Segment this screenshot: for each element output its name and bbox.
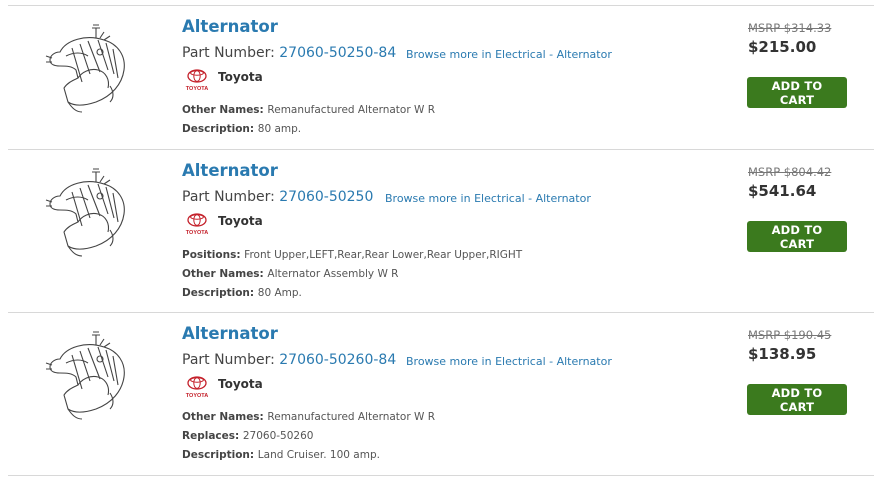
other-names: Other Names: Remanufactured Alternator W… — [182, 411, 435, 423]
add-to-cart-button[interactable]: ADD TO CART — [747, 384, 847, 415]
other-names-label: Other Names: — [182, 268, 268, 280]
description: Description: Land Cruiser. 100 amp. — [182, 449, 380, 461]
alternator-image[interactable] — [38, 22, 134, 116]
logo-text: TOYOTA — [186, 86, 208, 92]
logo-text: TOYOTA — [186, 393, 208, 399]
product-row: Alternator Part Number: 27060-50250-84 B… — [8, 5, 874, 150]
brand-name: Toyota — [218, 70, 263, 84]
add-to-cart-button[interactable]: ADD TO CART — [747, 221, 847, 252]
other-names: Other Names: Alternator Assembly W R — [182, 268, 398, 280]
other-names-value: Remanufactured Alternator W R — [267, 411, 436, 423]
toyota-logo-icon: TOYOTA — [186, 69, 208, 92]
part-number-label: Part Number: — [182, 189, 280, 205]
positions: Positions: Front Upper,LEFT,Rear,Rear Lo… — [182, 249, 522, 261]
product-row: Alternator Part Number: 27060-50260-84 B… — [8, 312, 874, 476]
description-value: 80 amp. — [257, 123, 302, 135]
brand-name: Toyota — [218, 214, 263, 228]
alternator-image[interactable] — [38, 166, 134, 260]
positions-label: Positions: — [182, 249, 245, 261]
browse-category-link[interactable]: Browse more in Electrical - Alternator — [406, 48, 612, 61]
msrp-price: MSRP $190.45 — [748, 328, 832, 342]
add-to-cart-button[interactable]: ADD TO CART — [747, 77, 847, 108]
part-number-link[interactable]: 27060-50250-84 — [279, 45, 396, 61]
other-names-value: Remanufactured Alternator W R — [267, 104, 436, 116]
browse-category-link[interactable]: Browse more in Electrical - Alternator — [406, 355, 612, 368]
part-number: Part Number: 27060-50250 — [182, 189, 373, 205]
part-number-link[interactable]: 27060-50260-84 — [279, 352, 396, 368]
alternator-image[interactable] — [38, 329, 134, 423]
replaces-value: 27060-50260 — [242, 430, 314, 442]
brand-name: Toyota — [218, 377, 263, 391]
other-names: Other Names: Remanufactured Alternator W… — [182, 104, 435, 116]
part-number: Part Number: 27060-50250-84 — [182, 45, 396, 61]
sale-price: $541.64 — [748, 182, 817, 200]
description-label: Description: — [182, 123, 258, 135]
sale-price: $215.00 — [748, 38, 817, 56]
other-names-label: Other Names: — [182, 104, 268, 116]
other-names-value: Alternator Assembly W R — [267, 268, 399, 280]
part-number-link[interactable]: 27060-50250 — [279, 189, 373, 205]
part-number-label: Part Number: — [182, 352, 280, 368]
sale-price: $138.95 — [748, 345, 817, 363]
description-value: 80 Amp. — [257, 287, 302, 299]
description: Description: 80 amp. — [182, 123, 301, 135]
toyota-logo-icon: TOYOTA — [186, 376, 208, 399]
logo-text: TOYOTA — [186, 230, 208, 236]
description-label: Description: — [182, 287, 258, 299]
other-names-label: Other Names: — [182, 411, 268, 423]
msrp-price: MSRP $314.33 — [748, 21, 832, 35]
description-label: Description: — [182, 449, 258, 461]
toyota-logo-icon: TOYOTA — [186, 213, 208, 236]
part-number: Part Number: 27060-50260-84 — [182, 352, 396, 368]
replaces: Replaces: 27060-50260 — [182, 430, 313, 442]
description: Description: 80 Amp. — [182, 287, 302, 299]
browse-category-link[interactable]: Browse more in Electrical - Alternator — [385, 192, 591, 205]
replaces-label: Replaces: — [182, 430, 243, 442]
part-number-label: Part Number: — [182, 45, 280, 61]
product-row: Alternator Part Number: 27060-50250 Brow… — [8, 149, 874, 313]
product-title[interactable]: Alternator — [182, 17, 278, 36]
product-title[interactable]: Alternator — [182, 161, 278, 180]
msrp-price: MSRP $804.42 — [748, 165, 832, 179]
product-title[interactable]: Alternator — [182, 324, 278, 343]
description-value: Land Cruiser. 100 amp. — [257, 449, 380, 461]
positions-value: Front Upper,LEFT,Rear,Rear Lower,Rear Up… — [244, 249, 523, 261]
